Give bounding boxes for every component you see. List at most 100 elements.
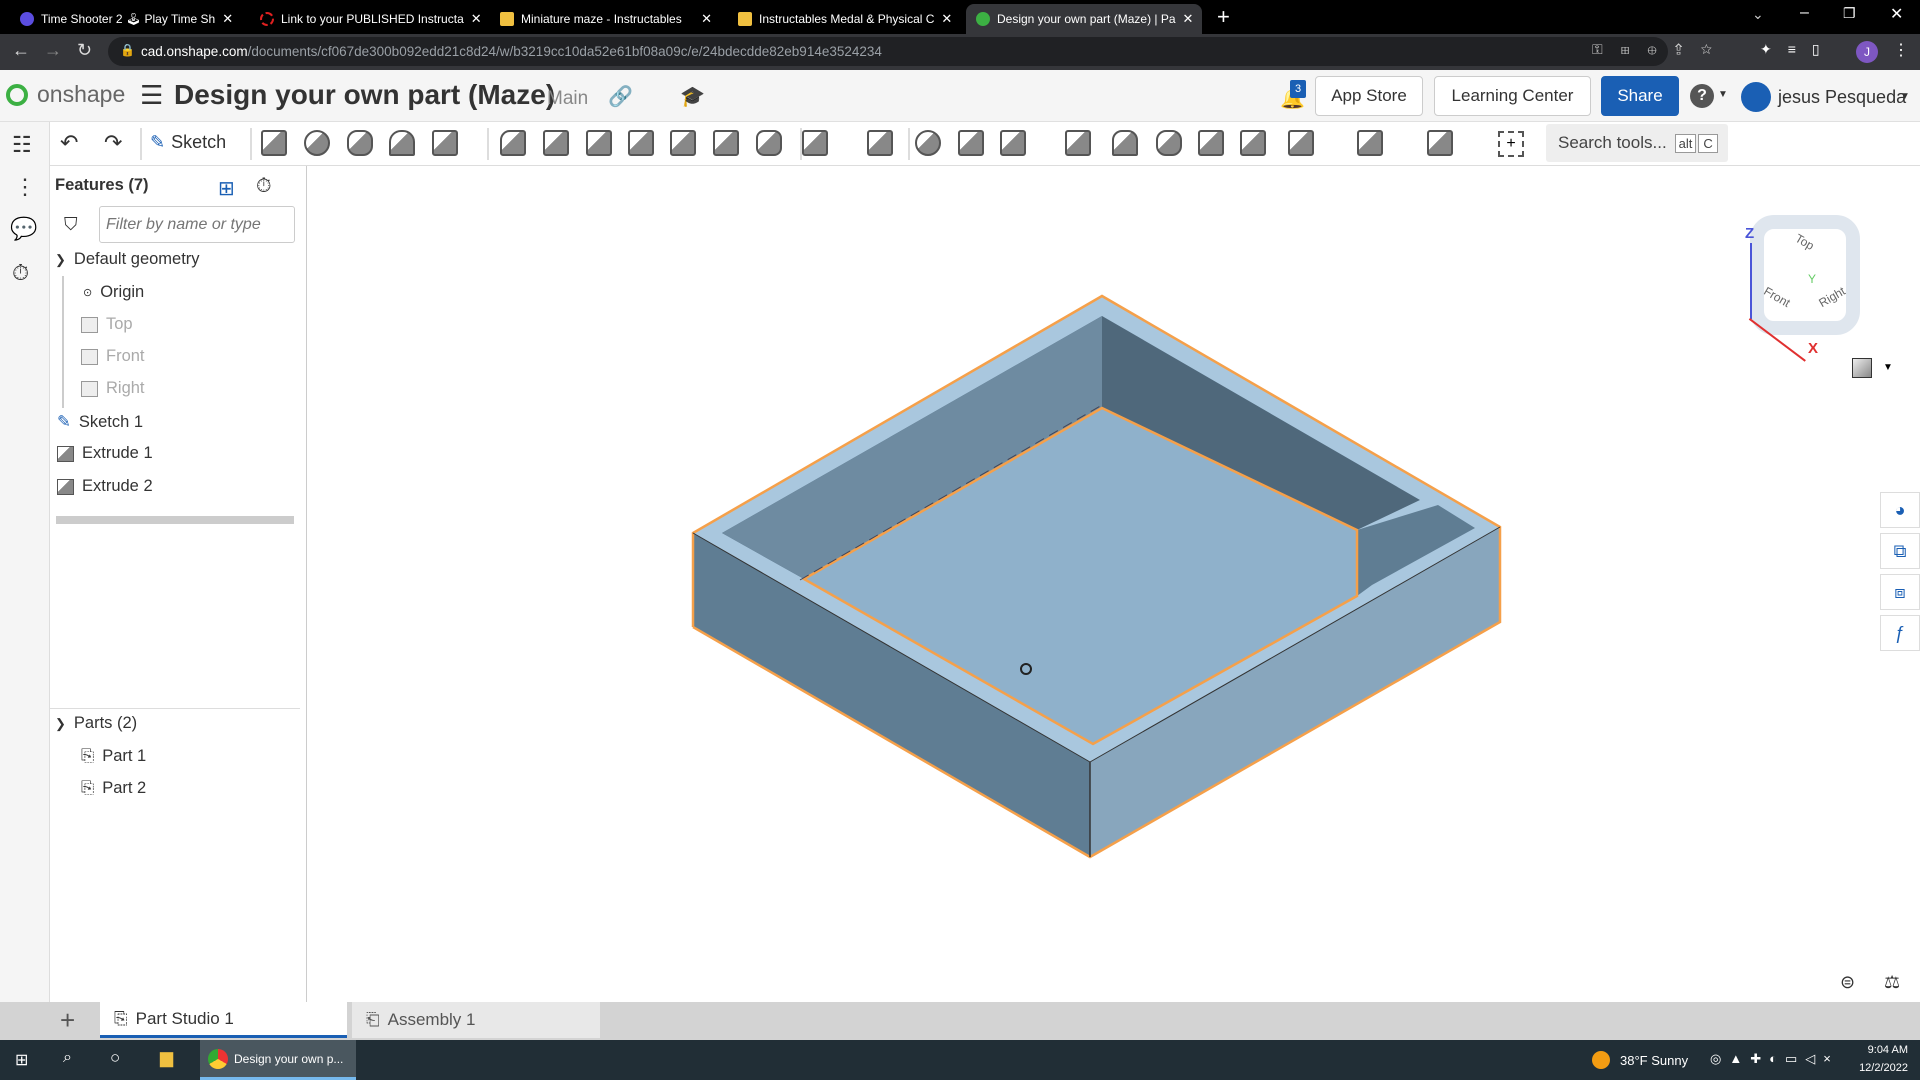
graphics-viewport[interactable] [307,166,1920,1002]
split-tool-icon[interactable] [958,130,984,156]
shell-tool-icon[interactable] [670,130,696,156]
comments-icon[interactable]: 💬 [10,216,37,242]
extrude-tool-icon[interactable] [261,130,287,156]
menu-icon[interactable]: ☰ [140,80,163,111]
sketch-button[interactable]: ✎Sketch [150,132,226,153]
user-name[interactable]: jesus Pesqueda [1778,87,1906,108]
feature-item-extrude[interactable]: Extrude 1 [57,444,153,463]
help-icon[interactable]: ? [1690,84,1714,108]
variables-panel-icon[interactable]: ƒ [1880,615,1920,651]
branch-label[interactable]: Main [547,88,588,110]
weather-text[interactable]: 38°F Sunny [1620,1053,1688,1068]
browser-tab[interactable]: Instructables Medal & Physical C✕ [728,4,960,34]
surface-tool-icon[interactable] [1427,130,1453,156]
feature-item-sketch[interactable]: ✎Sketch 1 [57,412,143,432]
reload-icon[interactable]: ↻ [77,40,92,61]
feature-item-top-plane[interactable]: Top [81,315,133,334]
sheet-metal-tool-icon[interactable] [1357,130,1383,156]
view-cube-body[interactable] [1750,215,1860,335]
close-tab-icon[interactable]: ✕ [941,11,952,27]
rib-tool-icon[interactable] [628,130,654,156]
browser-tab[interactable]: Time Shooter 2 🕹 Play Time Sh✕ [10,4,242,34]
rollback-timer-icon[interactable]: ⏱ [256,175,272,198]
close-tab-icon[interactable]: ✕ [471,11,482,27]
extensions-icon[interactable]: ✦≡▯ [1760,41,1836,58]
feature-list-icon[interactable]: ☷ [12,132,32,158]
delete-part-tool-icon[interactable] [1065,130,1091,156]
fillet-tool-icon[interactable] [500,130,526,156]
restore-button[interactable]: ❐ [1843,5,1856,22]
tab-assembly[interactable]: ⎗Assembly 1 [352,1002,600,1038]
graduation-cap-icon[interactable]: 🎓 [680,84,705,109]
user-avatar[interactable] [1741,82,1771,112]
view-options-dropdown-icon[interactable]: ▼ [1883,362,1893,373]
new-tab-button[interactable]: + [1217,4,1230,30]
bom-panel-icon[interactable]: ⧉ [1880,533,1920,569]
tab-search-icon[interactable]: ⌄ [1752,6,1764,23]
profile-avatar[interactable]: J [1856,41,1878,63]
back-icon[interactable]: ← [12,40,30,61]
app-store-button[interactable]: App Store [1315,76,1423,116]
add-folder-icon[interactable]: ⊞ [218,176,235,201]
draft-tool-icon[interactable] [586,130,612,156]
view-options-cube-icon[interactable] [1852,358,1872,378]
feature-item-right-plane[interactable]: Right [81,379,145,398]
panel-resize-handle[interactable] [56,516,294,524]
mass-properties-icon[interactable]: ⚖ [1884,972,1900,993]
insert-mate-icon[interactable]: ⋮ [14,174,36,200]
filter-icon[interactable]: ⛉ [64,214,78,235]
transform-tool-icon[interactable] [1000,130,1026,156]
add-tab-icon[interactable]: + [60,1005,75,1036]
close-tab-icon[interactable]: ✕ [1183,11,1194,27]
feature-item-origin[interactable]: ⊙Origin [83,283,144,302]
cortana-icon[interactable]: ○ [110,1048,120,1068]
share-button[interactable]: Share [1601,76,1679,116]
default-geometry-group[interactable]: ❯Default geometry [55,250,200,269]
learning-center-button[interactable]: Learning Center [1434,76,1591,116]
browser-tab-active[interactable]: Design your own part (Maze) | Pa✕ [966,4,1202,34]
clock-date[interactable]: 12/2/2022 [1852,1062,1908,1074]
file-explorer-icon[interactable]: ▆ [160,1048,173,1068]
measure-icon[interactable]: ⊜ [1840,972,1855,993]
link-icon[interactable]: 🔗 [608,84,633,109]
taskbar-chrome-item[interactable]: Design your own p... [200,1040,356,1080]
user-dropdown-icon[interactable]: ▼ [1900,91,1910,102]
close-tab-icon[interactable]: ✕ [222,11,233,27]
sweep-tool-icon[interactable] [347,130,373,156]
browser-tab[interactable]: Miniature maze - Instructables✕ [490,4,722,34]
revolve-tool-icon[interactable] [304,130,330,156]
hole-tool-icon[interactable] [713,130,739,156]
maze-part-model[interactable] [307,166,1920,1002]
search-tools-input[interactable]: Search tools...altC [1546,124,1728,162]
pattern-tool-icon[interactable] [802,130,828,156]
appearance-panel-icon[interactable]: ◕ [1880,492,1920,528]
minimize-button[interactable]: – [1800,4,1809,22]
modify-fillet-tool-icon[interactable] [1112,130,1138,156]
close-tab-icon[interactable]: ✕ [701,11,712,27]
redo-icon[interactable]: ↷ [104,130,122,156]
clock-time[interactable]: 9:04 AM [1856,1044,1908,1056]
undo-icon[interactable]: ↶ [60,130,78,156]
chrome-menu-icon[interactable]: ⋮ [1893,40,1909,60]
chamfer-tool-icon[interactable] [543,130,569,156]
url-input[interactable]: 🔒cad.onshape.com/documents/cf067de300b09… [108,37,1668,66]
add-custom-feature-icon[interactable]: + [1498,131,1524,157]
part-item[interactable]: ⎘Part 2 [81,779,146,798]
thicken-tool-icon[interactable] [432,130,458,156]
boolean-tool-icon[interactable] [915,130,941,156]
help-dropdown-icon[interactable]: ▼ [1718,89,1728,100]
browser-tab[interactable]: Link to your PUBLISHED Instructa✕ [250,4,482,34]
feature-item-extrude[interactable]: Extrude 2 [57,477,153,496]
feature-filter-input[interactable] [99,206,295,243]
tab-part-studio[interactable]: ⎘Part Studio 1 [100,1002,347,1038]
taskbar-search-icon[interactable]: ⌕ [63,1049,72,1067]
onshape-logo[interactable]: onshape [37,81,125,108]
thread-tool-icon[interactable] [756,130,782,156]
feature-item-front-plane[interactable]: Front [81,347,145,366]
configurations-panel-icon[interactable]: ⧈ [1880,574,1920,610]
close-window-button[interactable]: ✕ [1890,4,1903,24]
parts-group[interactable]: ❯Parts (2) [55,714,137,733]
loft-tool-icon[interactable] [389,130,415,156]
part-item[interactable]: ⎘Part 1 [81,747,146,766]
system-tray-icons[interactable]: ◎▲✚◐▭◁× [1710,1051,1839,1067]
